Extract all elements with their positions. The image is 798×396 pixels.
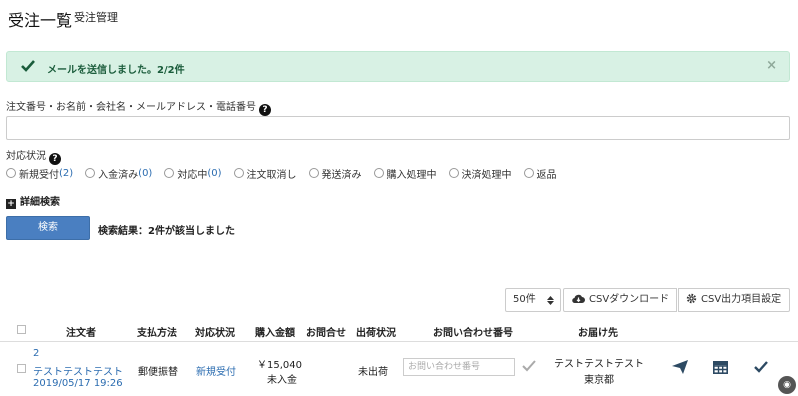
sort-icon	[547, 296, 554, 305]
detail-search-toggle[interactable]: + 詳細検索	[6, 193, 60, 209]
csv-settings-button[interactable]: CSV出力項目設定	[678, 288, 790, 312]
destination-pref: 東京都	[584, 375, 614, 386]
col-destination: お届け先	[578, 328, 618, 339]
row-checkbox[interactable]	[17, 364, 26, 373]
col-amount: 購入金額	[255, 328, 295, 339]
help-icon[interactable]: ?	[259, 104, 271, 116]
send-mail-icon[interactable]	[672, 360, 688, 374]
status-filter-purchasing[interactable]: 購入処理中	[373, 166, 437, 181]
status-link[interactable]: 新規受付	[196, 363, 236, 378]
shipping-state: 未出荷	[358, 367, 388, 378]
plus-icon: +	[6, 199, 16, 209]
inquiry-number-input[interactable]: お問い合わせ番号	[403, 358, 515, 376]
payment-state: 未入金	[267, 375, 297, 386]
cloud-download-icon	[572, 294, 585, 304]
amount: ￥15,040	[257, 360, 302, 371]
radio[interactable]	[448, 168, 459, 178]
keyword-label-text: 注文番号・お名前・会社名・メールアドレス・電話番号	[6, 102, 256, 113]
keyword-label: 注文番号・お名前・会社名・メールアドレス・電話番号?	[6, 98, 271, 116]
confirm-check-icon[interactable]	[754, 361, 768, 373]
table-header: 注文者 支払方法 対応状況 購入金額 お問合せ 出荷状況 お問い合わせ番号 お届…	[0, 318, 798, 342]
table-icon[interactable]	[713, 361, 728, 374]
status-filter-new[interactable]: 新規受付 (2)	[6, 166, 73, 181]
radio[interactable]	[164, 168, 175, 178]
col-orderer: 注文者	[66, 328, 96, 339]
status-label: 対応状況?	[6, 147, 61, 165]
select-all-checkbox[interactable]	[17, 325, 26, 334]
alert-message: メールを送信しました。2/2件	[47, 65, 185, 76]
main-panel	[0, 36, 798, 396]
success-alert: メールを送信しました。2/2件 ×	[6, 51, 790, 82]
keyword-input[interactable]	[6, 116, 790, 140]
page-subtitle: 受注管理	[74, 11, 118, 24]
col-payment: 支払方法	[137, 328, 177, 339]
col-shipping: 出荷状況	[356, 328, 396, 339]
status-filter-cancel[interactable]: 注文取消し	[233, 166, 297, 181]
check-icon	[21, 60, 35, 72]
status-filter-shipped[interactable]: 発送済み	[308, 166, 362, 181]
status-filter-row: 新規受付 (2) 入金済み (0) 対応中 (0) 注文取消し 発送済み 購入処理中 …	[6, 166, 569, 181]
destination-name: テストテストテスト	[554, 359, 644, 370]
radio[interactable]	[308, 168, 319, 178]
top-bar: 受注一覧 受注管理	[0, 0, 798, 36]
table-row: 2 テストテストテスト 2019/05/17 19:26 郵便振替 新規受付 ￥…	[0, 343, 798, 396]
radio[interactable]	[85, 168, 96, 178]
payment-method: 郵便振替	[138, 367, 178, 378]
customer-link[interactable]: テストテストテスト	[33, 363, 123, 378]
close-icon[interactable]: ×	[766, 58, 777, 73]
radio[interactable]	[523, 168, 534, 178]
gear-icon	[686, 293, 697, 304]
result-text: 検索結果：2件が該当しました	[98, 226, 235, 237]
status-label-text: 対応状況	[6, 151, 46, 162]
radio[interactable]	[373, 168, 384, 178]
help-icon[interactable]: ?	[49, 153, 61, 165]
check-icon[interactable]	[522, 360, 536, 372]
col-inquiry-number: お問い合わせ番号	[433, 328, 513, 339]
col-inquiry: お問合せ	[306, 328, 346, 339]
widget-icon[interactable]: ◉	[778, 376, 796, 394]
col-status: 対応状況	[195, 328, 235, 339]
status-filter-return[interactable]: 返品	[523, 166, 557, 181]
order-id-link[interactable]: 2	[33, 348, 39, 359]
status-filter-settling[interactable]: 決済処理中	[448, 166, 512, 181]
status-filter-paid[interactable]: 入金済み (0)	[85, 166, 152, 181]
csv-download-button[interactable]: CSVダウンロード	[563, 288, 677, 312]
page-title: 受注一覧	[8, 11, 73, 30]
radio[interactable]	[233, 168, 244, 178]
per-page-select[interactable]: 50件	[505, 288, 561, 312]
search-button[interactable]: 検索	[6, 216, 90, 240]
radio[interactable]	[6, 168, 16, 178]
status-filter-inprogress[interactable]: 対応中 (0)	[164, 166, 222, 181]
order-date: 2019/05/17 19:26	[33, 378, 123, 389]
